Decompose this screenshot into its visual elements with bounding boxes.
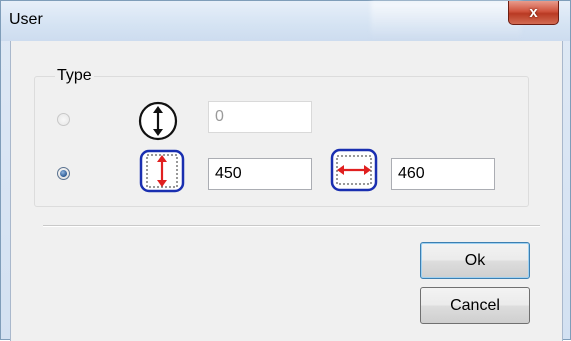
circle-value-field[interactable]: 0 [208, 101, 312, 133]
close-icon: x [529, 4, 538, 21]
vertical-circle-arrow-icon [138, 101, 178, 141]
type-radio-circle[interactable] [57, 113, 70, 126]
ok-button[interactable]: Ok [420, 242, 530, 279]
cancel-button[interactable]: Cancel [420, 287, 530, 324]
horizontal-box-arrow-icon [330, 148, 378, 192]
user-dialog-window: User x Type 0 450 460 Ok Cancel [0, 0, 571, 341]
width-value-field[interactable]: 460 [391, 158, 495, 190]
window-title: User [9, 11, 43, 28]
dialog-content: Type 0 450 460 Ok Cancel [10, 41, 563, 341]
title-bar-reflection [371, 1, 521, 41]
close-button[interactable]: x [508, 1, 559, 25]
type-group-label: Type [55, 67, 94, 85]
height-value-field[interactable]: 450 [208, 158, 312, 190]
vertical-box-arrow-icon [139, 149, 185, 193]
type-radio-box[interactable] [57, 167, 70, 180]
title-bar[interactable]: User x [1, 1, 570, 41]
separator [43, 225, 540, 227]
